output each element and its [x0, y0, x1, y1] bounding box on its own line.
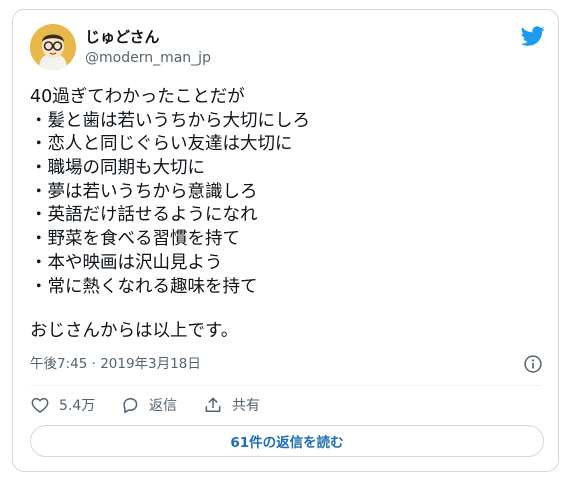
author-handle[interactable]: @modern_man_jp: [85, 49, 211, 67]
tweet-list-item: ・髪と歯は若いうちから大切にしろ: [30, 110, 310, 131]
cartoon-man-with-glasses-avatar-icon: [30, 24, 76, 70]
read-replies-button[interactable]: 61件の返信を読む: [30, 425, 544, 457]
like-button[interactable]: 5.4万: [30, 394, 95, 416]
read-replies-label: 61件の返信を読む: [230, 435, 344, 451]
like-count: 5.4万: [59, 398, 96, 414]
share-button[interactable]: 共有: [203, 394, 260, 416]
tweet-list-item: ・職場の同期も大切に: [30, 158, 205, 179]
tweet-list-item: ・英語だけ話せるようになれ: [30, 205, 258, 226]
reply-bubble-icon: [123, 398, 138, 414]
divider: [30, 385, 541, 386]
share-icon: [205, 397, 221, 412]
tweet-list-item: ・野菜を食べる習慣を持て: [30, 229, 240, 250]
tweet-list-item: ・本や映画は沢山見よう: [30, 252, 223, 273]
tweet-list-item: ・夢は若いうちから意識しろ: [30, 181, 258, 202]
tweet-list-item: ・常に熱くなれる趣味を持て: [30, 276, 258, 297]
tweet-closing: おじさんからは以上です。: [30, 321, 239, 341]
info-icon[interactable]: [523, 354, 543, 374]
share-label: 共有: [232, 398, 260, 414]
reply-label: 返信: [149, 398, 177, 414]
tweet-timestamp[interactable]: 午後7:45 · 2019年3月18日: [30, 355, 201, 373]
reply-button[interactable]: 返信: [120, 394, 177, 416]
tweet-body: 40過ぎてわかったことだが ・髪と歯は若いうちから大切にしろ ・恋人と同じぐらい…: [30, 86, 540, 299]
heart-icon: [31, 397, 49, 413]
avatar[interactable]: [30, 24, 76, 70]
tweet-intro: 40過ぎてわかったことだが: [30, 87, 245, 107]
tweet-card: じゅどさん @modern_man_jp 40過ぎてわかったことだが ・髪と歯は…: [12, 9, 559, 472]
twitter-bird-icon[interactable]: [521, 24, 545, 48]
author-display-name[interactable]: じゅどさん: [85, 27, 160, 47]
tweet-list-item: ・恋人と同じぐらい友達は大切に: [30, 134, 293, 155]
